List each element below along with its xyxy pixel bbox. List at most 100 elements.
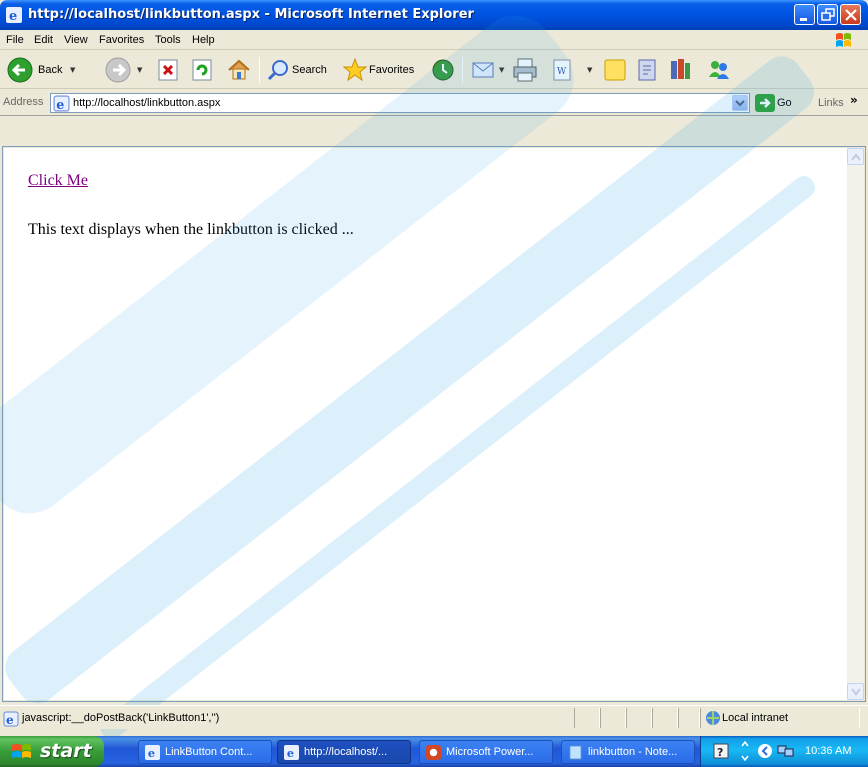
back-arrow-icon[interactable] [6, 56, 34, 84]
window-title: http://localhost/linkbutton.aspx - Micro… [28, 7, 474, 22]
scroll-down-button[interactable] [847, 683, 864, 700]
powerpoint-icon [426, 745, 441, 760]
windows-logo-icon [836, 33, 851, 47]
restore-icon [821, 8, 835, 21]
network-icon[interactable] [777, 743, 795, 759]
forward-dropdown-icon[interactable]: ▼ [137, 66, 142, 74]
status-pane [574, 708, 600, 728]
taskbar-item[interactable]: e LinkButton Cont... [138, 740, 272, 764]
history-icon[interactable] [430, 57, 456, 83]
menu-help[interactable]: Help [192, 34, 215, 46]
system-tray: ? 10:36 AM [700, 736, 868, 767]
mail-icon[interactable] [470, 57, 498, 83]
edit-dropdown-icon[interactable]: ▼ [587, 66, 592, 74]
svg-text:e: e [148, 746, 155, 760]
toolbar-separator [259, 57, 260, 83]
minimize-button[interactable] [794, 4, 815, 25]
home-icon[interactable] [226, 57, 252, 83]
messenger-research-icon[interactable] [636, 57, 660, 83]
browser-window: e http://localhost/linkbutton.aspx - Mic… [0, 0, 868, 767]
result-text: This text displays when the linkbutton i… [28, 221, 354, 238]
edit-word-icon[interactable]: W [552, 59, 574, 81]
stop-icon[interactable] [158, 59, 180, 81]
local-intranet-icon [706, 711, 720, 725]
print-icon[interactable] [512, 57, 538, 83]
svg-text:?: ? [717, 746, 723, 759]
vertical-scrollbar[interactable] [847, 148, 864, 700]
start-button[interactable]: start [0, 736, 104, 767]
search-icon[interactable] [266, 58, 290, 82]
research-books-icon[interactable] [668, 57, 692, 83]
taskbar-item[interactable]: linkbutton - Note... [561, 740, 695, 764]
address-dropdown-button[interactable] [732, 95, 748, 111]
mail-dropdown-icon[interactable]: ▼ [499, 66, 504, 74]
svg-text:e: e [56, 98, 64, 112]
menu-favorites[interactable]: Favorites [99, 34, 144, 46]
favorites-star-icon[interactable] [342, 57, 368, 83]
svg-text:W: W [557, 67, 567, 77]
status-pane [652, 708, 678, 728]
notepad-icon [569, 745, 582, 760]
favorites-button[interactable]: Favorites [369, 64, 414, 76]
status-pane [600, 708, 626, 728]
address-input[interactable]: e http://localhost/linkbutton.aspx [50, 93, 750, 113]
standard-toolbar: Back ▼ ▼ Search Favorites ▼ W ▼ [0, 51, 868, 89]
taskbar-item-label: http://localhost/... [304, 746, 388, 758]
menu-edit[interactable]: Edit [34, 34, 53, 46]
status-pane [626, 708, 652, 728]
security-zone: Local intranet [722, 712, 789, 724]
go-arrow-icon[interactable] [755, 94, 775, 112]
taskbar-item[interactable]: e http://localhost/... [277, 740, 411, 764]
taskbar-item[interactable]: Microsoft Power... [419, 740, 553, 764]
ie-icon: e [284, 745, 299, 760]
scroll-up-button[interactable] [847, 148, 864, 165]
close-button[interactable] [840, 4, 861, 25]
close-icon [845, 9, 857, 21]
help-icon[interactable]: ? [713, 743, 729, 759]
chevron-up-icon [851, 153, 861, 161]
svg-text:e: e [287, 746, 294, 760]
title-bar[interactable]: e http://localhost/linkbutton.aspx - Mic… [0, 0, 868, 30]
status-pane [678, 708, 700, 728]
back-dropdown-icon[interactable]: ▼ [70, 66, 75, 74]
menu-bar: File Edit View Favorites Tools Help [0, 30, 868, 50]
address-bar: Address e http://localhost/linkbutton.as… [0, 90, 868, 116]
ie-icon: e [6, 7, 22, 23]
tray-expand-icon[interactable] [741, 740, 749, 762]
refresh-icon[interactable] [192, 59, 214, 81]
click-me-linkbutton[interactable]: Click Me [28, 172, 88, 190]
address-url[interactable]: http://localhost/linkbutton.aspx [73, 97, 220, 109]
ie-page-icon: e [53, 95, 70, 112]
windows-flag-icon [12, 744, 31, 758]
msn-messenger-icon[interactable] [706, 57, 732, 83]
taskbar-item-label: LinkButton Cont... [165, 746, 253, 758]
search-button[interactable]: Search [292, 64, 327, 76]
svg-text:e: e [9, 9, 17, 23]
restore-button[interactable] [817, 4, 838, 25]
chevron-down-icon [851, 688, 861, 696]
status-text: javascript:__doPostBack('LinkButton1',''… [22, 712, 220, 724]
toolbar-separator [462, 57, 463, 83]
minimize-icon [800, 18, 807, 21]
status-bar: e javascript:__doPostBack('LinkButton1',… [0, 705, 868, 729]
tray-arrow-icon[interactable] [757, 743, 773, 759]
menu-file[interactable]: File [6, 34, 24, 46]
back-button[interactable]: Back [38, 64, 62, 76]
chevron-down-icon [735, 100, 745, 107]
links-chevron-icon[interactable]: » [850, 93, 858, 107]
forward-arrow-icon[interactable] [104, 56, 132, 84]
go-button[interactable]: Go [777, 97, 792, 109]
svg-text:e: e [6, 713, 14, 727]
address-label: Address [3, 96, 44, 108]
discuss-note-icon[interactable] [603, 57, 627, 83]
taskbar: start e LinkButton Cont... e http://loca… [0, 736, 868, 767]
start-label: start [40, 740, 92, 762]
ie-icon: e [145, 745, 160, 760]
taskbar-item-label: Microsoft Power... [446, 746, 534, 758]
taskbar-clock[interactable]: 10:36 AM [805, 745, 851, 757]
menu-view[interactable]: View [64, 34, 88, 46]
ie-page-icon: e [3, 711, 19, 727]
links-button[interactable]: Links [818, 97, 844, 109]
taskbar-item-label: linkbutton - Note... [588, 746, 678, 758]
menu-tools[interactable]: Tools [155, 34, 181, 46]
